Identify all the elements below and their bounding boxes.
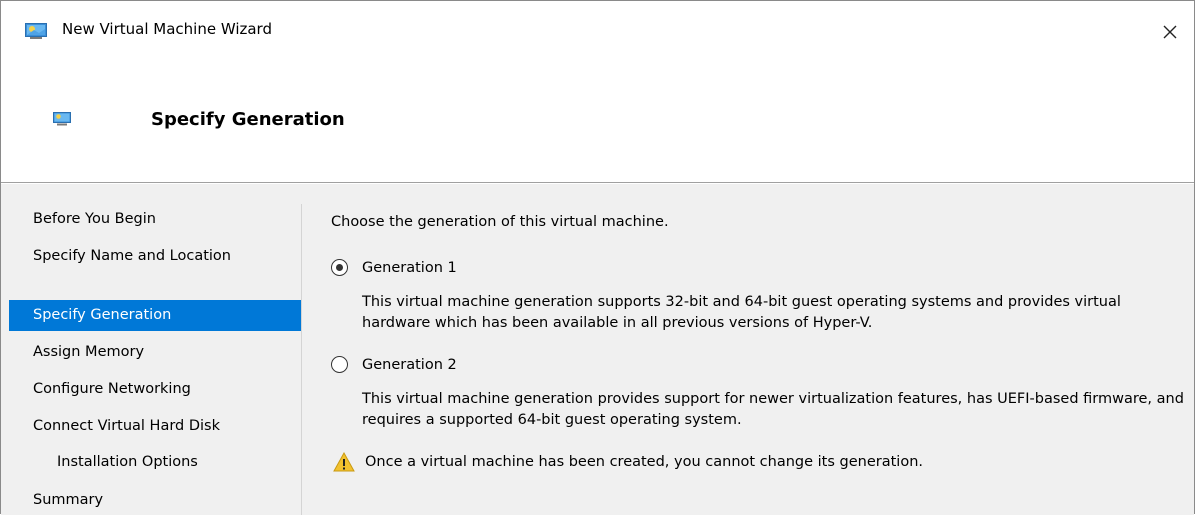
hyper-v-vm-icon [25,23,47,40]
generation-2-label[interactable]: Generation 2 [362,357,457,373]
generation-panel: Choose the generation of this virtual ma… [331,184,1194,515]
generation-1-description: This virtual machine generation supports… [362,294,1121,331]
nav-item-summary[interactable]: Summary [9,485,301,516]
nav-item-before-you-begin[interactable]: Before You Begin [9,204,301,235]
hyper-v-vm-icon [53,112,71,126]
generation-1-label[interactable]: Generation 1 [362,260,457,276]
nav-item-specify-generation[interactable]: Specify Generation [9,300,301,331]
nav-item-configure-networking[interactable]: Configure Networking [9,374,301,405]
nav-item-assign-memory[interactable]: Assign Memory [9,337,301,368]
generation-2-option[interactable]: Generation 2 [331,356,457,373]
title-bar: New Virtual Machine Wizard [1,1,1194,63]
wizard-step-nav: Before You Begin Specify Name and Locati… [9,204,302,515]
close-button[interactable] [1146,1,1194,63]
page-title: Specify Generation [151,109,345,130]
generation-2-radio[interactable] [331,356,348,373]
nav-item-connect-virtual-hard-disk[interactable]: Connect Virtual Hard Disk [9,411,301,442]
nav-item-specify-name-and-location[interactable]: Specify Name and Location [9,241,301,272]
wizard-window: New Virtual Machine Wizard Specify Gener… [0,0,1195,515]
generation-warning: Once a virtual machine has been created,… [333,451,923,472]
wizard-body: Before You Begin Specify Name and Locati… [1,184,1194,515]
warning-icon [333,451,355,472]
generation-2-description: This virtual machine generation provides… [362,391,1184,428]
nav-item-installation-options[interactable]: Installation Options [9,447,301,478]
warning-text: Once a virtual machine has been created,… [365,454,923,470]
generation-1-radio[interactable] [331,259,348,276]
generation-1-option[interactable]: Generation 1 [331,259,457,276]
wizard-header: Specify Generation [1,63,1194,183]
intro-text: Choose the generation of this virtual ma… [331,214,669,230]
window-title: New Virtual Machine Wizard [62,20,272,38]
close-icon [1163,25,1177,39]
